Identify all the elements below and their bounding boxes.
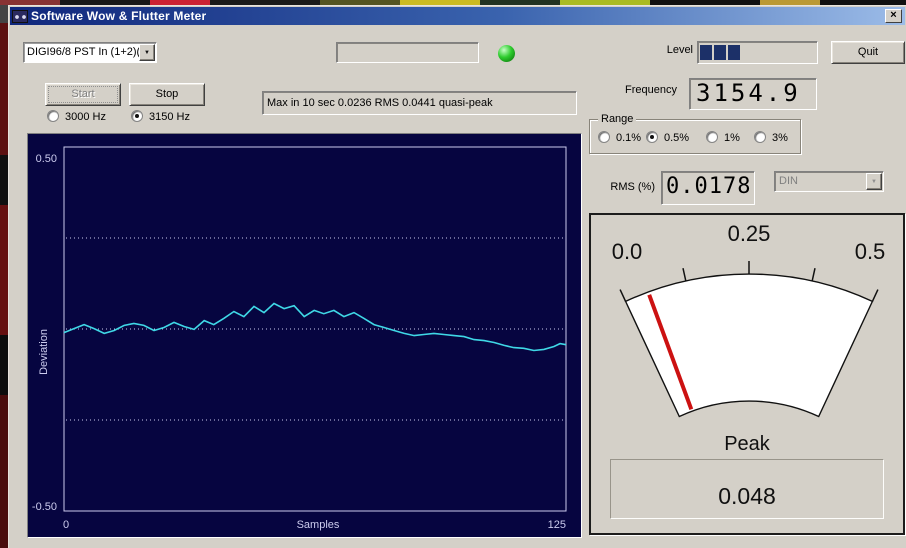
y-tick-max: 0.50 — [36, 153, 57, 165]
gauge-tick — [871, 289, 879, 302]
radio-range-1-label: 1% — [724, 132, 740, 144]
input-device-select[interactable]: DIGI96/8 PST In (1+2)( ▼ — [23, 42, 157, 63]
meter-scale-min: 0.0 — [611, 239, 643, 264]
plot-series — [63, 237, 567, 421]
level-bar — [697, 41, 818, 64]
radio-dot[interactable] — [598, 131, 610, 143]
chevron-down-icon[interactable]: ▼ — [139, 44, 155, 61]
rms-label: RMS (%) — [610, 181, 655, 193]
level-label: Level — [666, 44, 693, 56]
radio-dot[interactable] — [131, 110, 143, 122]
gauge-tick — [619, 289, 627, 302]
stop-button[interactable]: Stop — [129, 83, 205, 106]
radio-3000hz[interactable]: 3000 Hz — [47, 110, 106, 123]
signal-led-indicator — [498, 45, 515, 62]
quit-button[interactable]: Quit — [831, 41, 905, 64]
gauge-dynamic — [619, 261, 879, 418]
radio-3150hz[interactable]: 3150 Hz — [131, 110, 190, 123]
frequency-label: Frequency — [625, 84, 677, 96]
radio-range-1[interactable]: 1% — [706, 131, 740, 144]
meter-scale-mid: 0.25 — [727, 221, 771, 246]
deviation-plot: 0.50 -0.50 Deviation 0 Samples 125 — [32, 146, 567, 531]
titlebar[interactable]: Software Wow & Flutter Meter × — [10, 7, 905, 25]
peak-label: Peak — [724, 433, 770, 455]
focus-rect — [48, 86, 118, 103]
radio-dot[interactable] — [47, 110, 59, 122]
frequency-display: 3154.9 — [689, 78, 817, 110]
deviation-waveform — [63, 302, 567, 352]
radio-3150hz-label: 3150 Hz — [149, 111, 190, 123]
level-segment — [728, 45, 740, 60]
radio-range-05[interactable]: 0.5% — [646, 131, 689, 144]
gauge-tick — [682, 268, 687, 282]
level-segment — [714, 45, 726, 60]
range-group-label: Range — [598, 113, 637, 125]
x-axis-label: Samples — [297, 519, 340, 531]
app-window: Software Wow & Flutter Meter × DIGI96/8 … — [8, 5, 906, 548]
x-tick-125: 125 — [548, 519, 566, 531]
peak-value: 0.048 — [718, 483, 776, 509]
range-groupbox: Range 0.1% 0.5% 1% 3% — [589, 113, 801, 154]
level-segment — [700, 45, 712, 60]
radio-dot[interactable] — [646, 131, 658, 143]
x-tick-0: 0 — [63, 519, 69, 531]
weighting-select-disabled[interactable]: DIN ▼ — [774, 171, 884, 192]
cassette-app-icon — [12, 9, 28, 23]
start-button[interactable]: Start — [45, 83, 121, 106]
input-device-value: DIGI96/8 PST In (1+2)( — [27, 46, 141, 58]
desktop-background-strip — [0, 5, 8, 548]
rms-display: 0.0178 — [661, 171, 755, 205]
meter-scale-max: 0.5 — [854, 239, 886, 264]
radio-dot[interactable] — [754, 131, 766, 143]
gauge-dial — [624, 273, 874, 418]
chevron-down-icon: ▼ — [866, 173, 882, 190]
status-readout: Max in 10 sec 0.0236 RMS 0.0441 quasi-pe… — [262, 91, 577, 115]
weighting-value: DIN — [779, 175, 798, 187]
radio-range-3[interactable]: 3% — [754, 131, 788, 144]
y-tick-min: -0.50 — [32, 501, 57, 513]
analog-meter-panel: 0.0 0.25 0.5 Peak 0.048 — [589, 213, 905, 535]
peak-readout-box: 0.048 — [610, 459, 884, 519]
radio-3000hz-label: 3000 Hz — [65, 111, 106, 123]
gauge-tick — [811, 268, 816, 282]
monitor-field[interactable] — [336, 42, 479, 63]
y-axis-label: Deviation — [38, 329, 50, 375]
deviation-chart-panel: 0.50 -0.50 Deviation 0 Samples 125 — [27, 133, 582, 538]
radio-range-01[interactable]: 0.1% — [598, 131, 641, 144]
radio-range-05-label: 0.5% — [664, 132, 690, 144]
radio-range-3-label: 3% — [772, 132, 788, 144]
close-icon[interactable]: × — [885, 9, 902, 23]
radio-range-01-label: 0.1% — [616, 132, 642, 144]
window-title: Software Wow & Flutter Meter — [31, 9, 207, 23]
screen: Software Wow & Flutter Meter × DIGI96/8 … — [0, 0, 906, 548]
radio-dot[interactable] — [706, 131, 718, 143]
